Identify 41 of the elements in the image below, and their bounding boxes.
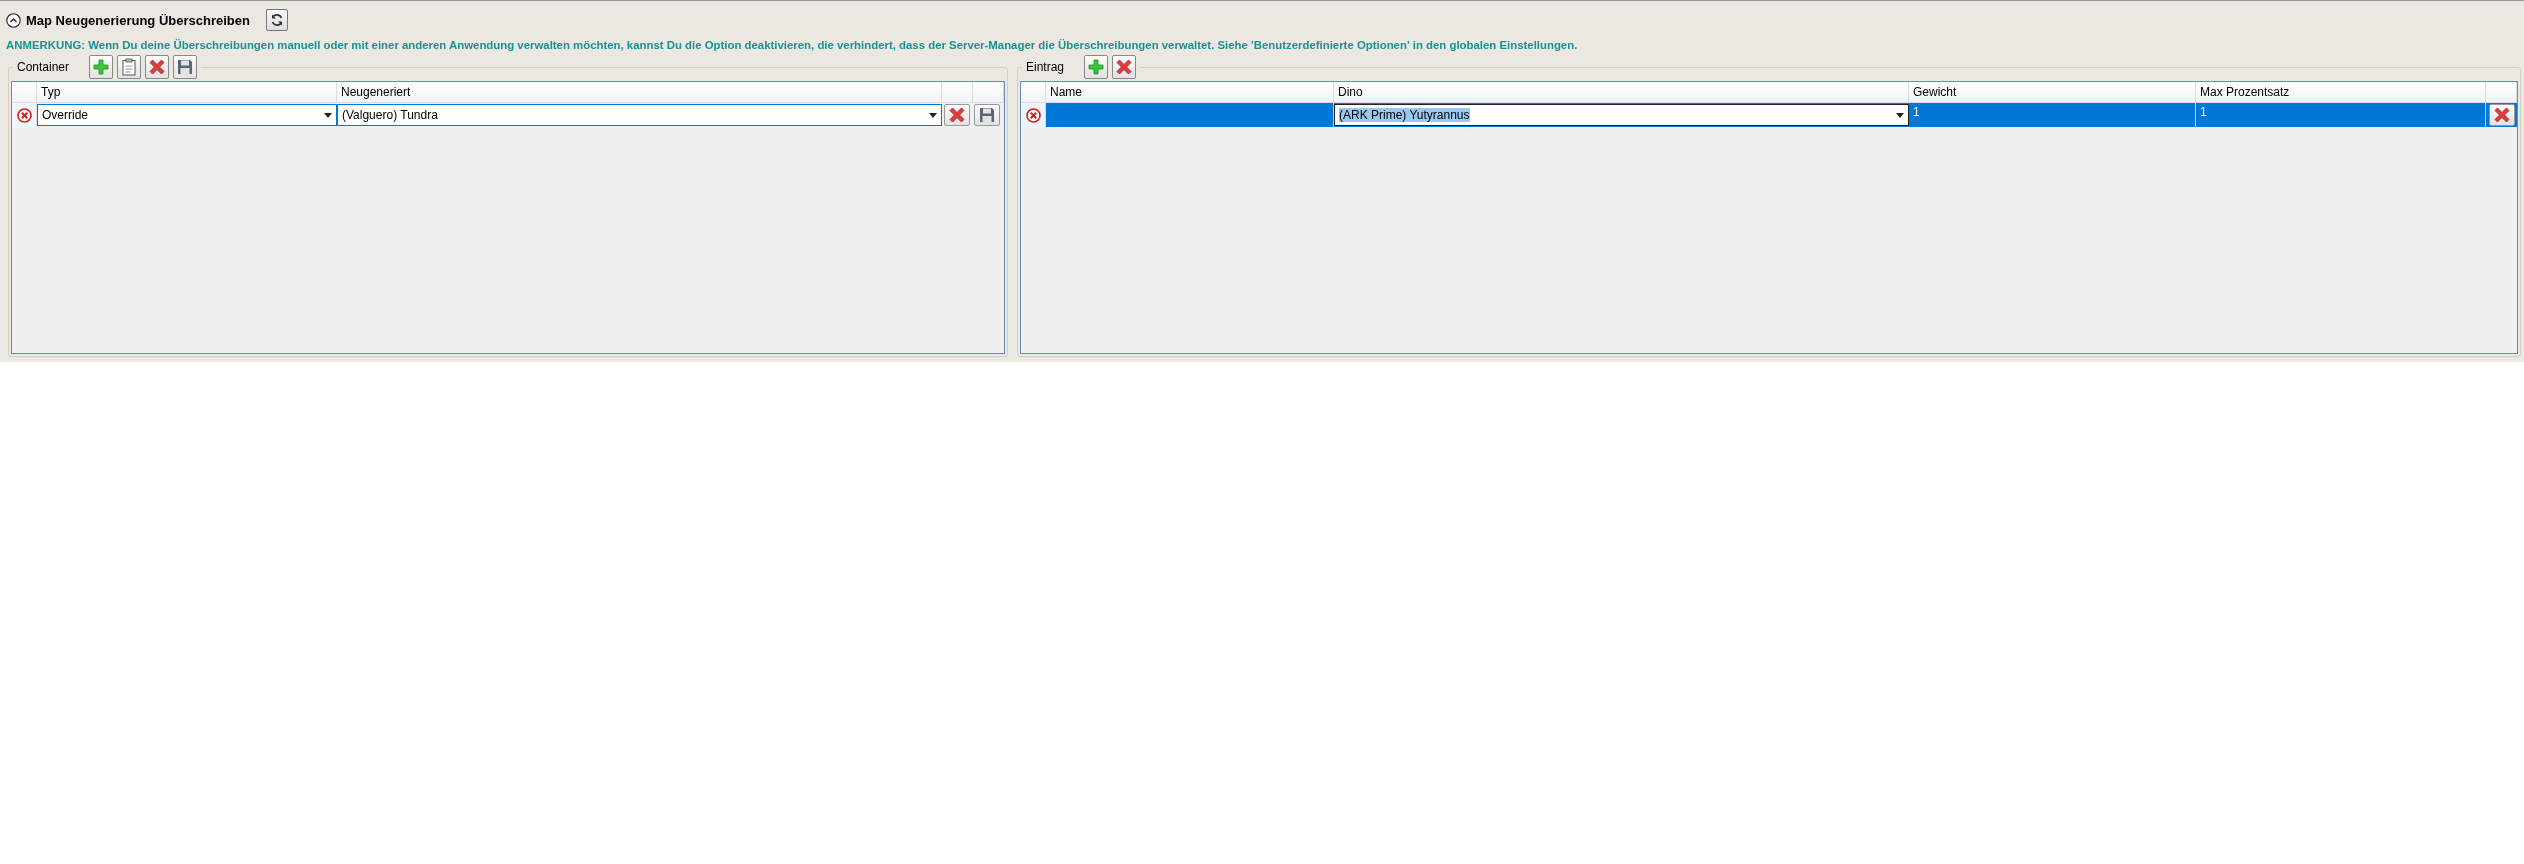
close-icon [2493,106,2511,124]
close-icon [948,106,966,124]
table-row[interactable]: (ARK Prime) Yutyrannus 1 1 [1021,103,2517,127]
group-label: Eintrag [1026,60,1065,74]
column-header[interactable]: Typ [37,82,337,102]
save-button[interactable] [173,55,198,79]
collapse-icon [6,12,21,28]
add-button[interactable] [89,55,114,79]
column-header[interactable]: Neugeneriert [337,82,942,102]
error-icon [16,107,32,123]
caret-icon [324,112,332,118]
refresh-icon [269,13,284,27]
dropdown[interactable]: Override [37,104,337,126]
error-icon [1025,107,1041,123]
caret-icon [1896,112,1904,118]
save-row-button[interactable] [974,104,1000,126]
dropdown[interactable]: (ARK Prime) Yutyrannus [1334,104,1909,126]
column-header[interactable]: Name [1046,82,1334,102]
group-label: Container [17,60,70,74]
section-toggle[interactable]: Map Neugenerierung Überschreiben [6,12,250,28]
close-icon [1115,58,1134,76]
delete-row-button[interactable] [2489,104,2515,126]
caret-icon [929,112,937,118]
delete-button[interactable] [1112,55,1137,79]
plus-icon [92,58,111,76]
clipboard-icon [121,58,138,76]
dropdown[interactable]: (Valguero) Tundra [337,104,942,126]
add-button[interactable] [1084,55,1109,79]
column-header[interactable]: Max Prozentsatz [2196,82,2486,102]
table-row[interactable]: Override (Valguero) Tundra [12,103,1004,127]
column-header[interactable]: Dino [1334,82,1909,102]
note-text: ANMERKUNG: Wenn Du deine Überschreibungen manuell oder mit einer anderen Anwendung verwalten möchten, kannst Du die Option deaktivieren, die verhindert, dass der Server-Manager die Überschreibungen verwaltet. Siehe 'Benutzerdefinierte Optionen' in den globalen Einstellungen. [5,38,1579,51]
delete-row-button[interactable] [944,104,970,126]
paste-button[interactable] [117,55,142,79]
save-icon [177,59,194,75]
delete-button[interactable] [145,55,170,79]
refresh-button[interactable] [265,9,288,31]
save-icon [979,107,995,123]
close-icon [148,58,167,76]
plus-icon [1087,58,1106,76]
column-header[interactable]: Gewicht [1909,82,2196,102]
